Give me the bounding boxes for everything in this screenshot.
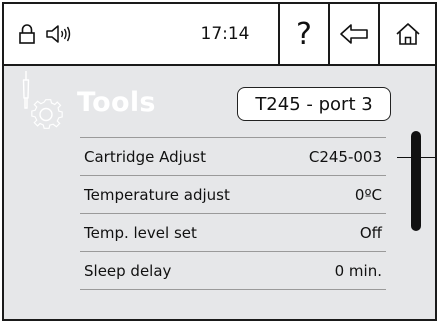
list-item-label: Temp. level set — [84, 223, 197, 242]
list-item-temperature-adjust[interactable]: Temperature adjust 0ºC — [80, 176, 386, 214]
list-item-sleep-delay[interactable]: Sleep delay 0 min. — [80, 252, 386, 290]
device-screen: 17:14 ? Tools T245 - port 3 Cartridge Ad… — [2, 2, 437, 321]
scroll-track-line — [436, 137, 437, 217]
home-button[interactable] — [380, 4, 435, 64]
back-arrow-icon — [340, 24, 368, 44]
soldering-gear-icon — [20, 68, 68, 132]
list-item-cartridge-adjust[interactable]: Cartridge Adjust C245-003 — [80, 138, 386, 176]
list-item-value: Off — [359, 223, 382, 242]
clock-time: 17:14 — [200, 24, 250, 44]
settings-list: Cartridge Adjust C245-003 Temperature ad… — [80, 137, 386, 290]
help-button[interactable]: ? — [280, 4, 328, 64]
list-item-value: 0 min. — [334, 261, 382, 280]
list-item-value: 0ºC — [354, 185, 382, 204]
list-item-label: Sleep delay — [84, 261, 172, 280]
tool-port-selector[interactable]: T245 - port 3 — [237, 87, 391, 121]
speaker-icon[interactable] — [44, 4, 74, 64]
list-item-value: C245-003 — [308, 147, 382, 166]
home-icon — [395, 23, 420, 45]
page-title: Tools — [77, 87, 156, 118]
scrollbar-thumb[interactable] — [411, 131, 421, 231]
back-button[interactable] — [330, 4, 378, 64]
list-item-temp-level-set[interactable]: Temp. level set Off — [80, 214, 386, 252]
list-item-label: Temperature adjust — [84, 185, 230, 204]
list-item-label: Cartridge Adjust — [84, 147, 206, 166]
lock-icon[interactable] — [16, 4, 38, 64]
status-bar: 17:14 ? — [4, 4, 435, 66]
